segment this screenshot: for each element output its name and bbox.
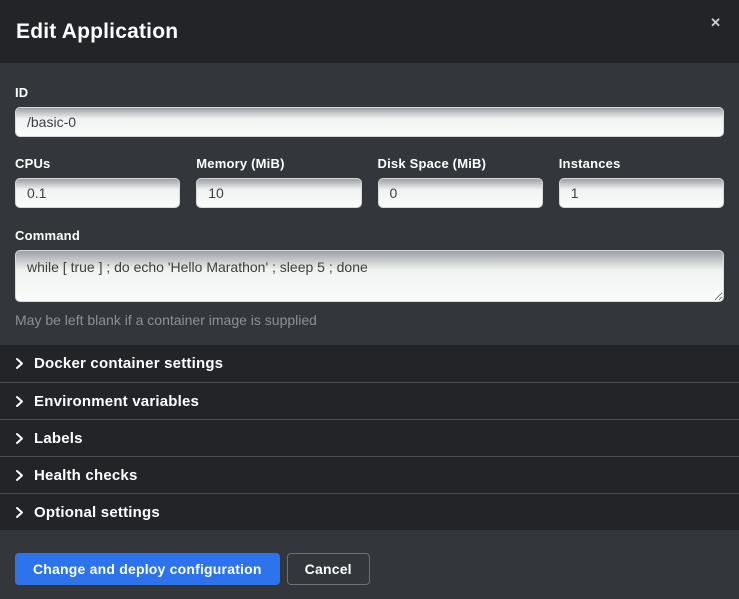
section-docker-container-settings[interactable]: Docker container settings (0, 345, 739, 382)
chevron-right-icon (15, 432, 24, 445)
id-label: ID (15, 85, 724, 100)
section-optional-settings[interactable]: Optional settings (0, 493, 739, 530)
instances-input[interactable] (559, 178, 724, 208)
modal-title: Edit Application (16, 20, 178, 44)
chevron-right-icon (15, 395, 24, 408)
section-label: Docker container settings (34, 355, 223, 372)
id-field-group: ID (15, 85, 724, 137)
cpus-input[interactable] (15, 178, 180, 208)
modal-footer: Change and deploy configuration Cancel (0, 530, 739, 599)
accordion-sections: Docker container settings Environment va… (0, 345, 739, 530)
section-label: Health checks (34, 467, 137, 484)
section-environment-variables[interactable]: Environment variables (0, 382, 739, 419)
cancel-button[interactable]: Cancel (287, 553, 370, 585)
section-label: Optional settings (34, 504, 160, 521)
chevron-right-icon (15, 506, 24, 519)
command-label: Command (15, 228, 724, 243)
cpus-label: CPUs (15, 156, 180, 171)
modal-header: Edit Application ✕ (0, 0, 739, 63)
command-field-group: Command while [ true ] ; do echo 'Hello … (15, 228, 724, 328)
chevron-right-icon (15, 357, 24, 370)
section-health-checks[interactable]: Health checks (0, 456, 739, 493)
disk-space-label: Disk Space (MiB) (378, 156, 543, 171)
memory-input[interactable] (196, 178, 361, 208)
cpus-field-group: CPUs (15, 156, 180, 208)
command-textarea[interactable]: while [ true ] ; do echo 'Hello Marathon… (15, 250, 724, 302)
command-help-text: May be left blank if a container image i… (15, 312, 724, 328)
change-and-deploy-button[interactable]: Change and deploy configuration (15, 553, 280, 585)
close-icon[interactable]: ✕ (708, 14, 723, 31)
instances-label: Instances (559, 156, 724, 171)
section-labels[interactable]: Labels (0, 419, 739, 456)
disk-field-group: Disk Space (MiB) (378, 156, 543, 208)
memory-label: Memory (MiB) (196, 156, 361, 171)
disk-space-input[interactable] (378, 178, 543, 208)
section-label: Environment variables (34, 393, 199, 410)
id-input[interactable] (15, 107, 724, 137)
chevron-right-icon (15, 469, 24, 482)
edit-application-modal: Edit Application ✕ ID CPUs Memory (MiB) … (0, 0, 739, 599)
section-label: Labels (34, 430, 83, 447)
resources-row: CPUs Memory (MiB) Disk Space (MiB) Insta… (15, 156, 724, 208)
instances-field-group: Instances (559, 156, 724, 208)
memory-field-group: Memory (MiB) (196, 156, 361, 208)
application-form: ID CPUs Memory (MiB) Disk Space (MiB) In… (0, 63, 739, 328)
